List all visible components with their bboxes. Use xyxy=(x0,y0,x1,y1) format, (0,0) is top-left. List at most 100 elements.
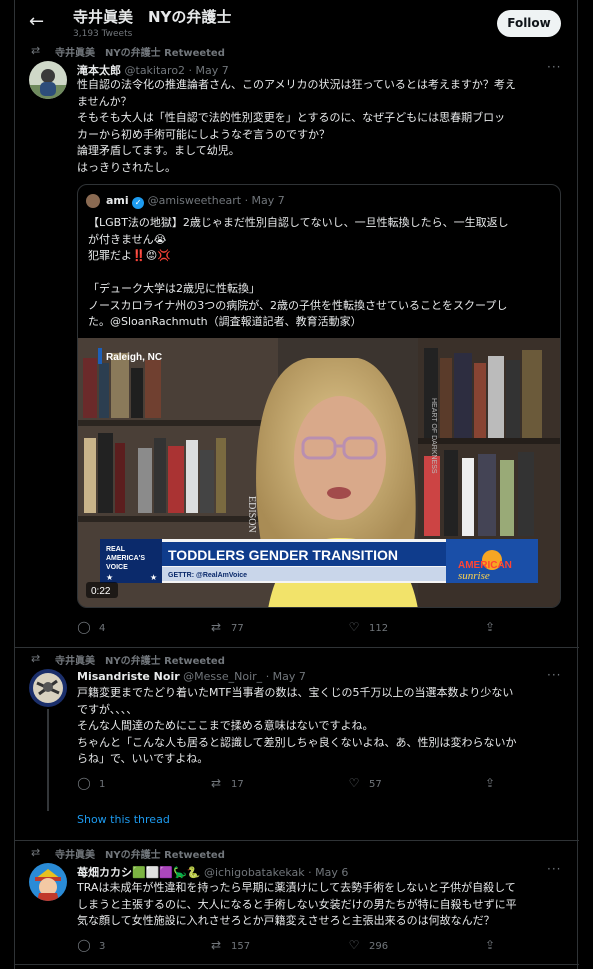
tweet-count: 3,193 Tweets xyxy=(73,29,133,39)
back-arrow-icon[interactable]: ← xyxy=(29,12,49,32)
heart-icon: ♡ xyxy=(348,620,360,634)
quoted-author-name[interactable]: ami xyxy=(106,194,129,207)
star-icon: ★ xyxy=(106,573,113,582)
heart-icon: ♡ xyxy=(348,938,360,952)
profile-name: 寺井眞美 NYの弁護士 xyxy=(73,8,232,26)
tweet-text-line: そもそも大人は「性自認で法的性別変更を」とするのに、なぜ子どもには思春期ブロッ xyxy=(77,111,506,124)
author-handle[interactable]: @takitaro2 xyxy=(125,64,186,77)
retweet-count: 157 xyxy=(231,941,251,952)
retweet-icon: ⇄ xyxy=(210,620,222,634)
tweet-text-line: TRAは未成年が性違和を持ったら早期に薬漬けにして去勢手術をしないと子供が自殺し… xyxy=(77,881,516,894)
timeline-column: ← 寺井眞美 NYの弁護士 3,193 Tweets Follow ⇄ 寺井眞美… xyxy=(14,0,579,969)
like-button[interactable]: ♡ 296 xyxy=(347,938,388,952)
tweet-text-line: ですが、、、、 xyxy=(77,702,138,716)
tweet-text-line: 気な顔して女性施設に入れさせろとか戸籍変えさせろと主張出来るのは何故なんだ？ xyxy=(77,914,495,927)
reply-count: 4 xyxy=(99,623,106,634)
retweet-button[interactable]: ⇄ 17 xyxy=(209,776,244,790)
book-spine-text: EDISON xyxy=(246,496,257,533)
tweet-text-line: しまうと主張するのに、大人になると手術しない女装だけの男たちが特に自殺もせずに平 xyxy=(77,897,517,911)
author-handle[interactable]: @Messe_Noir_ xyxy=(183,670,262,683)
follow-button[interactable]: Follow xyxy=(497,10,561,37)
tweet-date[interactable]: · May 7 xyxy=(266,670,306,683)
like-button[interactable]: ♡ 112 xyxy=(347,620,388,634)
tweet-actions: ◯ 4 ⇄ 77 ♡ 112 ⇪ xyxy=(77,620,517,636)
tweet-text-line: ませんか？ xyxy=(77,94,132,108)
author-name[interactable]: 滝本太郎 xyxy=(77,64,121,77)
tweet-text: TRAは未成年が性違和を持ったら早期に薬漬けにして去勢手術をしないと子供が自殺し… xyxy=(77,880,562,930)
brand-text: sunrise xyxy=(458,570,490,582)
like-count: 57 xyxy=(369,779,382,790)
tweet-text: 戸籍変更までたどり着いたMTF当事者の数は、宝くじの5千万以上の当選本数より少な… xyxy=(77,685,562,768)
author-line[interactable]: 苺畑カカシ🟩⬜🟪🦕🐍 @ichigobatakekak · May 6 xyxy=(77,864,348,880)
avatar[interactable] xyxy=(29,863,67,901)
brand-text: AMERICA'S xyxy=(106,555,145,562)
retweet-button[interactable]: ⇄ 157 xyxy=(209,938,250,952)
author-name[interactable]: Misandriste Noir xyxy=(77,670,180,683)
quoted-tweet[interactable]: ami ✓ @amisweetheart · May 7 【LGBT法の地獄】2… xyxy=(77,184,561,608)
author-line[interactable]: 滝本太郎 @takitaro2 · May 7 xyxy=(77,62,229,78)
show-thread-link[interactable]: Show this thread xyxy=(77,813,170,826)
tweet-divider xyxy=(15,647,579,648)
like-count: 112 xyxy=(369,623,389,634)
retweet-count: 17 xyxy=(231,779,244,790)
more-options-icon[interactable]: ··· xyxy=(547,668,561,682)
banner-subline: GETTR: @RealAmVoice xyxy=(168,572,247,579)
avatar[interactable] xyxy=(29,669,67,707)
quoted-text-line: ノースカロライナ州の3つの病院が、2歳の子供を性転換させていることをスクープし xyxy=(88,298,508,312)
retweet-context-label: 寺井眞美 NYの弁護士 Retweeted xyxy=(55,48,225,59)
quoted-avatar[interactable] xyxy=(86,194,100,208)
tweet-actions: ◯ 3 ⇄ 157 ♡ 296 ⇪ xyxy=(77,938,517,954)
tweet-text: 性自認の法令化の推進論者さん、このアメリカの状況は狂っているとは考えますか？考え… xyxy=(77,77,562,176)
author-handle[interactable]: @ichigobatakekak xyxy=(204,866,305,879)
author-line[interactable]: Misandriste Noir @Messe_Noir_ · May 7 xyxy=(77,670,306,683)
retweet-count: 77 xyxy=(231,623,244,634)
tweet-text-line: 性自認の法令化の推進論者さん、このアメリカの状況は狂っているとは考えますか？考え xyxy=(77,78,516,91)
tweet-text-line: ちゃんと「こんな人も居ると認識して差別しちゃ良くないよね、あ、性別は変わらないか xyxy=(77,735,517,749)
brand-text: REAL xyxy=(106,546,126,553)
star-icon: ★ xyxy=(150,573,157,582)
book-spine-text: HEART OF DARKNESS xyxy=(430,398,437,474)
retweet-button[interactable]: ⇄ 77 xyxy=(209,620,244,634)
like-button[interactable]: ♡ 57 xyxy=(347,776,382,790)
retweet-icon: ⇄ xyxy=(210,938,222,952)
tweet-divider xyxy=(15,964,579,965)
tweet-date[interactable]: · May 7 xyxy=(189,64,229,77)
share-icon: ⇪ xyxy=(484,776,496,790)
tweet-date[interactable]: · May 6 xyxy=(308,866,348,879)
tweet-text-line: らね」で、いいですよね。 xyxy=(77,752,209,765)
share-button[interactable]: ⇪ xyxy=(483,620,505,634)
video-player[interactable]: EDISON HEART OF DARKNESS Raleigh, NC REA… xyxy=(78,338,560,607)
retweet-context: ⇄ 寺井眞美 NYの弁護士 Retweeted xyxy=(31,652,225,667)
quoted-text-line: 【LGBT法の地獄】2歳じゃまだ性別自認してないし、一旦性転換したら、一生取返し xyxy=(88,216,509,229)
thread-connector xyxy=(47,709,49,811)
reply-icon: ◯ xyxy=(77,620,91,634)
quoted-tweet-date[interactable]: · May 7 xyxy=(245,194,285,207)
quoted-tweet-text: 【LGBT法の地獄】2歳じゃまだ性別自認してないし、一旦性転換したら、一生取返し… xyxy=(88,215,554,331)
share-button[interactable]: ⇪ xyxy=(483,776,505,790)
tweet-text-line: そんな人間達のためにここまで揉める意味はないですよね。 xyxy=(77,719,374,732)
more-options-icon[interactable]: ··· xyxy=(547,60,561,74)
video-duration: 0:22 xyxy=(86,582,118,598)
quoted-text-line: 犯罪だよ‼️😡💢 xyxy=(88,249,171,262)
reply-icon: ◯ xyxy=(77,938,91,952)
quoted-text-line xyxy=(88,265,554,282)
reply-button[interactable]: ◯ 1 xyxy=(77,776,105,790)
more-options-icon[interactable]: ··· xyxy=(547,862,561,876)
retweet-context-label: 寺井眞美 NYの弁護士 Retweeted xyxy=(55,656,225,667)
quoted-author-handle[interactable]: @amisweetheart xyxy=(148,194,241,207)
retweet-context: ⇄ 寺井眞美 NYの弁護士 Retweeted xyxy=(31,44,225,59)
reply-button[interactable]: ◯ 3 xyxy=(77,938,105,952)
quoted-text-line: た。@SloanRachmuth（調査報道記者、教育活動家） xyxy=(88,315,362,328)
share-button[interactable]: ⇪ xyxy=(483,938,505,952)
tweet-actions: ◯ 1 ⇄ 17 ♡ 57 ⇪ xyxy=(77,776,517,792)
heart-icon: ♡ xyxy=(348,776,360,790)
reply-button[interactable]: ◯ 4 xyxy=(77,620,105,634)
retweet-icon: ⇄ xyxy=(31,44,41,57)
duration-text: 0:22 xyxy=(91,586,111,597)
tweet-divider xyxy=(15,840,579,841)
quoted-author-line[interactable]: ami ✓ @amisweetheart · May 7 xyxy=(106,194,285,209)
retweet-context: ⇄ 寺井眞美 NYの弁護士 Retweeted xyxy=(31,846,225,861)
location-text: Raleigh, NC xyxy=(106,352,162,363)
author-name[interactable]: 苺畑カカシ🟩⬜🟪🦕🐍 xyxy=(77,866,200,879)
avatar[interactable] xyxy=(29,61,67,99)
